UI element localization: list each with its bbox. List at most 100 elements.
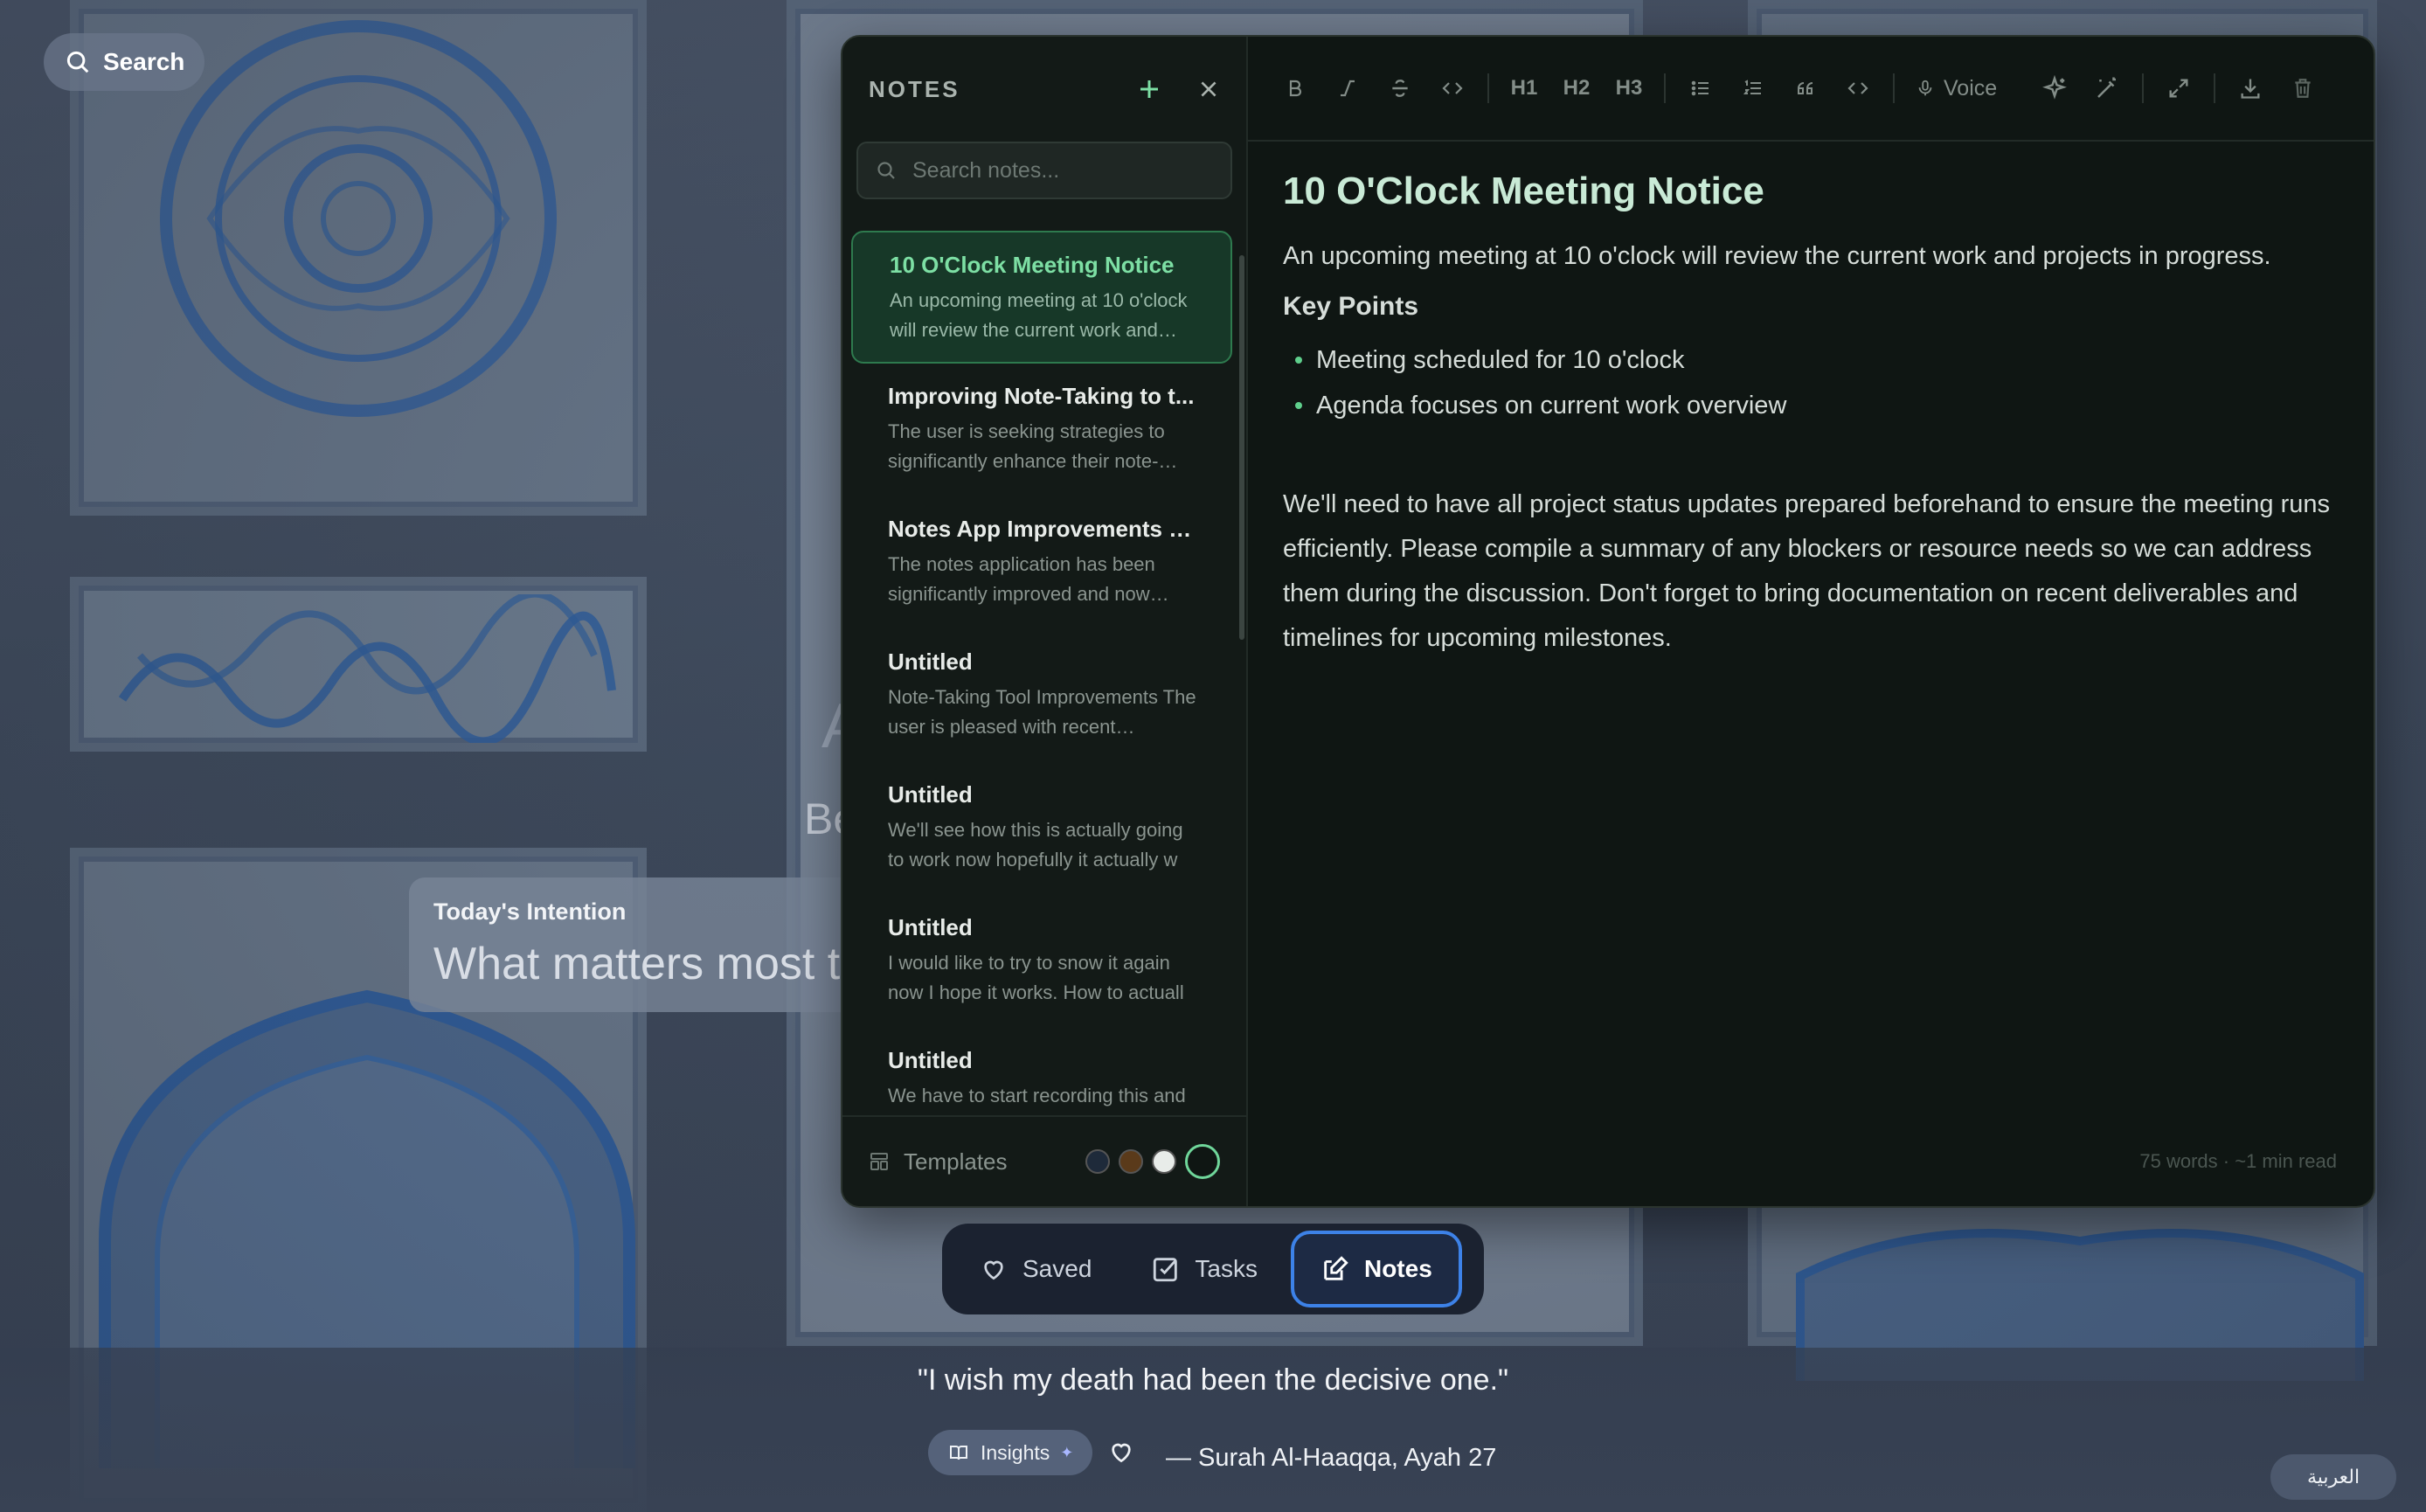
note-preview: We'll see how this is actually going to … [888,819,1183,870]
numbered-list-button[interactable] [1727,64,1779,113]
note-title: Improving Note-Taking to t... [888,383,1195,409]
tasks-label: Tasks [1195,1255,1258,1282]
strikethrough-icon [1392,80,1408,97]
toolbar-divider [1893,73,1895,103]
sidebar-title: NOTES [869,75,960,102]
delete-button[interactable] [2277,64,2329,113]
inline-code-button[interactable] [1426,64,1479,113]
intention-input[interactable]: What matters most t [433,938,840,990]
note-paragraph: We'll need to have all project status up… [1283,490,2330,652]
note-preview: The notes application has been significa… [888,553,1169,605]
code-block-icon [1847,82,1868,94]
quote-source: — Surah Al-Haaqqa, Ayah 27 [1166,1444,1497,1472]
bullet-list-icon [1691,80,1709,96]
italic-button[interactable] [1321,64,1374,113]
magic-wand-icon [2097,77,2117,98]
bullet-list-button[interactable] [1674,64,1727,113]
bullet-item: Agenda focuses on current work overview [1283,383,2339,428]
close-icon [1201,81,1216,97]
theme-swatch-dark-selected[interactable] [1185,1144,1220,1179]
code-icon [1442,82,1463,94]
notes-search-input[interactable]: Search notes... [856,142,1232,199]
intention-label: Today's Intention [433,898,627,925]
bottom-nav: Saved Tasks Notes [942,1224,1484,1314]
plus-icon [1140,80,1158,98]
heading2-button[interactable]: H2 [1550,64,1603,113]
toolbar-divider [1487,73,1489,103]
note-list-item[interactable]: 10 O'Clock Meeting Notice An upcoming me… [851,231,1232,364]
intention-card[interactable]: Today's Intention What matters most t [409,877,863,1012]
strikethrough-button[interactable] [1374,64,1426,113]
editor-toolbar: H1 H2 H3 Voice [1248,37,2374,142]
theme-swatch-navy[interactable] [1085,1149,1110,1174]
note-list-item[interactable]: Untitled I would like to try to snow it … [851,895,1232,1028]
bold-icon [1289,80,1302,97]
search-icon [877,162,895,179]
expand-button[interactable] [2152,64,2205,113]
bold-button[interactable] [1269,64,1321,113]
note-title: Notes App Improvements a... [888,516,1197,542]
voice-label: Voice [1944,75,1998,101]
note-title: Untitled [888,1047,973,1073]
trash-icon [2295,79,2311,98]
template-icon [870,1153,888,1170]
note-list-item[interactable]: Improving Note-Taking to t... The user i… [851,364,1232,496]
notes-tab[interactable]: Notes [1290,1231,1462,1307]
ai-sparkle-button[interactable] [2028,64,2081,113]
note-list-scrollbar[interactable] [1239,255,1244,640]
bullet-item: Meeting scheduled for 10 o'clock [1283,337,2339,383]
language-toggle-button[interactable]: العربية [2270,1454,2396,1500]
note-heading: 10 O'Clock Meeting Notice [1283,170,1764,212]
theme-swatch-light[interactable] [1152,1149,1176,1174]
note-bullet-list: Meeting scheduled for 10 o'clock Agenda … [1283,337,2339,428]
sidebar-footer: Templates [842,1115,1246,1206]
note-intro: An upcoming meeting at 10 o'clock will r… [1283,242,2271,270]
close-notes-button[interactable] [1197,78,1220,101]
search-button[interactable]: Search [44,33,204,91]
note-list-item[interactable]: Notes App Improvements a... The notes ap… [851,496,1232,629]
note-title: Untitled [888,781,973,808]
download-button[interactable] [2224,64,2277,113]
notes-sidebar: NOTES Search notes... 10 O'Clock Meeting… [842,37,1248,1206]
favorite-quote-button[interactable] [1106,1438,1136,1470]
note-preview: Note-Taking Tool Improvements The user i… [888,686,1196,738]
heart-icon [1112,1443,1131,1463]
theme-swatches [1085,1144,1220,1179]
insights-label: Insights [981,1440,1050,1464]
theme-swatch-brown[interactable] [1119,1149,1143,1174]
note-list-item[interactable]: Untitled We have to start recording this… [851,1028,1232,1115]
voice-button[interactable]: Voice [1903,64,2009,113]
insights-button[interactable]: Insights ✦ [928,1430,1093,1475]
quote-button[interactable] [1779,64,1832,113]
heading3-button[interactable]: H3 [1603,64,1655,113]
download-icon [2241,79,2260,99]
note-title: Untitled [888,648,973,675]
note-list: 10 O'Clock Meeting Notice An upcoming me… [851,231,1232,1115]
checkbox-icon [1154,1258,1178,1282]
note-title: Untitled [888,914,973,940]
numbered-list-icon [1743,80,1761,94]
microphone-icon [1918,80,1932,96]
heading1-button[interactable]: H1 [1498,64,1550,113]
tasks-tab[interactable]: Tasks [1125,1231,1284,1307]
quote-icon [1798,82,1813,94]
book-icon [950,1446,967,1460]
code-block-button[interactable] [1832,64,1884,113]
templates-button[interactable]: Templates [869,1148,1008,1176]
note-title: 10 O'Clock Meeting Notice [890,252,1175,278]
note-list-item[interactable]: Untitled Note-Taking Tool Improvements T… [851,629,1232,762]
note-preview: I would like to try to snow it again now… [888,952,1184,1003]
toolbar-divider [2142,73,2145,103]
note-document[interactable]: 10 O'Clock Meeting Notice An upcoming me… [1248,142,2374,687]
magic-wand-button[interactable] [2081,64,2133,113]
notes-window: NOTES Search notes... 10 O'Clock Meeting… [841,35,2375,1208]
word-count: 75 words · ~1 min read [2139,1150,2337,1172]
toolbar-divider [2018,73,2020,103]
saved-label: Saved [1022,1255,1092,1282]
saved-tab[interactable]: Saved [953,1231,1118,1307]
note-preview: The user is seeking strategies to signif… [888,420,1178,472]
new-note-button[interactable] [1136,76,1162,102]
note-list-item[interactable]: Untitled We'll see how this is actually … [851,762,1232,895]
search-icon [66,51,89,73]
quote-text: "I wish my death had been the decisive o… [917,1363,1509,1397]
